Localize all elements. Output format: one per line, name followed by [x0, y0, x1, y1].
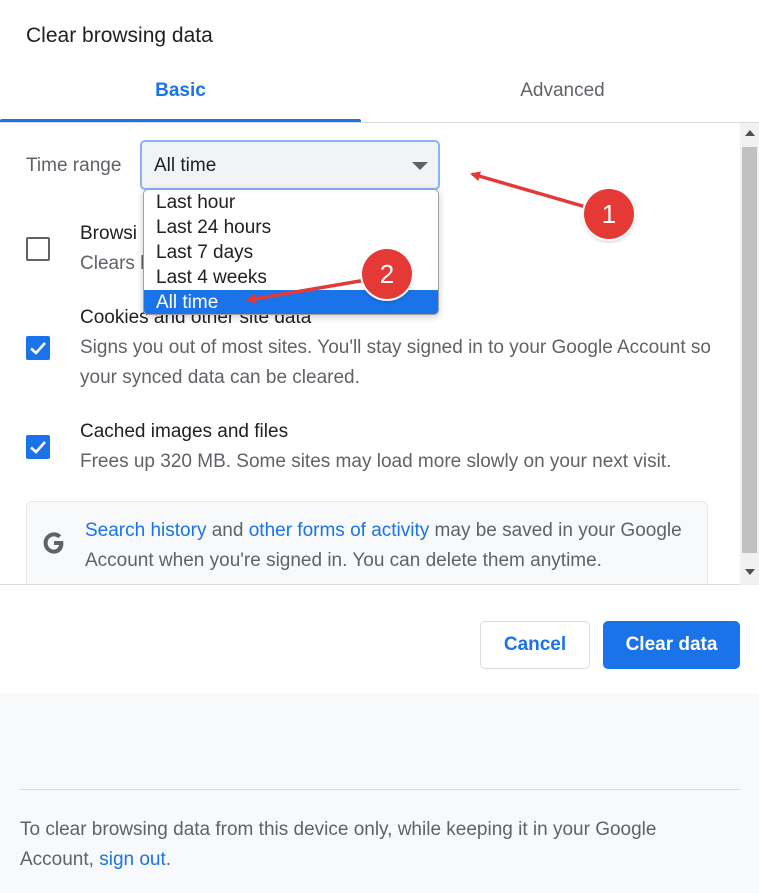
annotation-badge-1: 1 [584, 189, 634, 239]
annotation-arrow-2 [246, 278, 367, 304]
annotation-badge-2: 2 [362, 249, 412, 299]
annotation-arrow-1 [470, 171, 587, 209]
annotation-arrows [246, 171, 587, 304]
